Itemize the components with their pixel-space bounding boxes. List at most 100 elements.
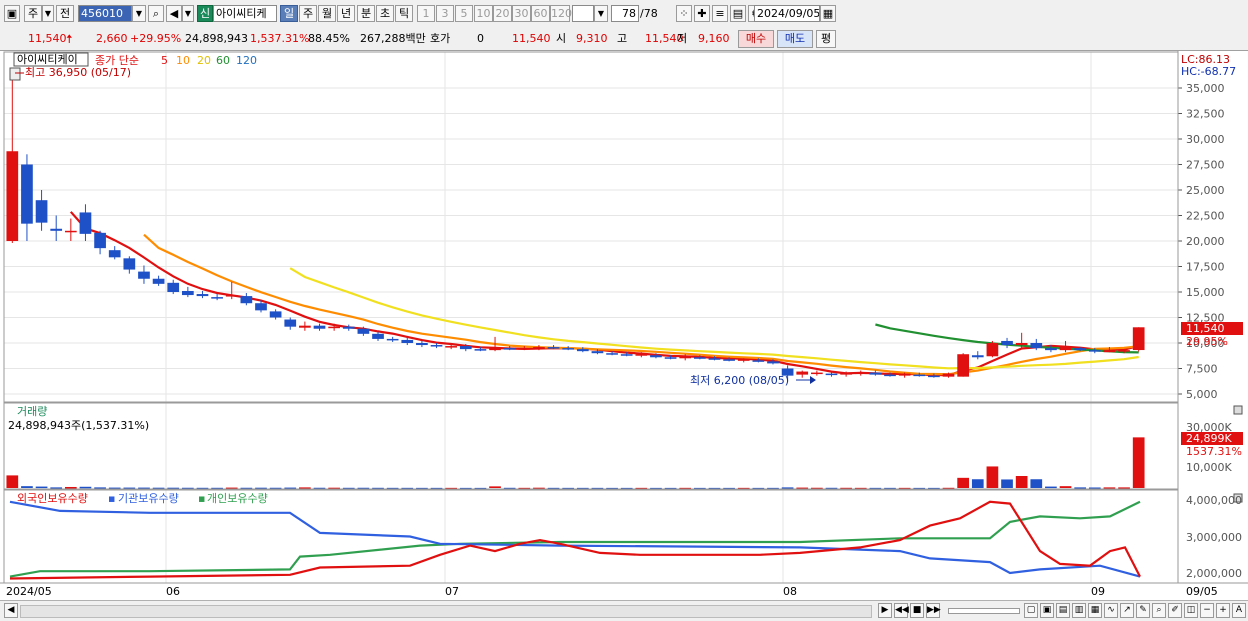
- line-chart-icon[interactable]: ∿: [1104, 603, 1118, 618]
- calendar-small-icon[interactable]: [9, 67, 21, 81]
- interval-20-button[interactable]: 20: [493, 5, 512, 22]
- price-tick-label: 22,500: [1186, 210, 1225, 223]
- date-label-09: 09: [1091, 585, 1105, 598]
- chevron-down-icon[interactable]: ▼: [42, 5, 54, 22]
- candle-body: [269, 311, 282, 318]
- scroll-left-icon[interactable]: ◀: [4, 603, 18, 618]
- date-label-2024-05: 2024/05: [6, 585, 52, 598]
- period-second-button[interactable]: 초: [376, 5, 394, 22]
- interval-60-button[interactable]: 60: [531, 5, 550, 22]
- fast-forward-icon[interactable]: ▶▶: [926, 603, 941, 618]
- candle-body: [430, 345, 443, 347]
- rewind-icon[interactable]: ◀◀: [894, 603, 909, 618]
- bar-chart-icon[interactable]: ▦: [1088, 603, 1102, 618]
- stop-icon[interactable]: ■: [910, 603, 924, 618]
- layout-4-icon[interactable]: ▥: [1072, 603, 1086, 618]
- zoom-out-icon[interactable]: −: [1200, 603, 1214, 618]
- stock-code-input[interactable]: 456010: [78, 5, 132, 22]
- candle-body: [21, 164, 33, 224]
- candle-body: [928, 375, 940, 378]
- interval-10-button[interactable]: 10: [474, 5, 493, 22]
- hoga-label: 호가: [430, 32, 451, 45]
- interval-120-button[interactable]: 120: [550, 5, 572, 22]
- period-week-button[interactable]: 주: [299, 5, 317, 22]
- play-right-icon[interactable]: ▶: [878, 603, 892, 618]
- horizontal-scrollbar[interactable]: [20, 605, 872, 618]
- candle-body: [547, 347, 560, 349]
- count-input[interactable]: 78: [611, 5, 639, 22]
- period-select[interactable]: 주: [24, 5, 42, 22]
- period-minute-button[interactable]: 분: [357, 5, 375, 22]
- ma10-label: 10: [176, 54, 190, 67]
- speed-slider[interactable]: [948, 608, 1020, 614]
- interval-1-button[interactable]: 1: [417, 5, 435, 22]
- interval-30-button[interactable]: 30: [512, 5, 531, 22]
- interval-3-button[interactable]: 3: [436, 5, 454, 22]
- price-tick-label: 35,000: [1186, 82, 1225, 95]
- candle-body: [693, 357, 706, 359]
- sell-button[interactable]: 매도: [777, 30, 813, 48]
- buy-button[interactable]: 매수: [738, 30, 774, 48]
- candle-body: [182, 290, 194, 296]
- lines-icon[interactable]: ≡: [712, 5, 728, 22]
- draw-icon[interactable]: ✎: [1136, 603, 1150, 618]
- change-percent: +29.95%: [130, 32, 182, 45]
- volume-bar: [1059, 486, 1072, 488]
- pencil-icon[interactable]: ✐: [1168, 603, 1182, 618]
- date-label-08: 08: [783, 585, 797, 598]
- layout-3-icon[interactable]: ▤: [1056, 603, 1070, 618]
- candle-body: [138, 271, 150, 279]
- period-year-button[interactable]: 년: [337, 5, 355, 22]
- volume-pane-close-icon[interactable]: [1233, 405, 1243, 415]
- holder-tick-2m: 2,000,000: [1186, 567, 1242, 580]
- candle-body: [401, 339, 414, 343]
- window-icon[interactable]: ▣: [4, 5, 20, 22]
- right-date-label: 09/05: [1186, 585, 1218, 598]
- candle-body: [459, 346, 472, 350]
- zoom-in-icon[interactable]: +: [1216, 603, 1230, 618]
- trend-icon[interactable]: ↗: [1120, 603, 1134, 618]
- volume-bar: [986, 466, 999, 488]
- candle-body: [796, 371, 809, 375]
- candle-body: [6, 151, 19, 241]
- low-price: 9,160: [698, 32, 730, 45]
- candle-body: [664, 357, 677, 359]
- calendar-icon[interactable]: ▦: [820, 5, 836, 22]
- volume-bar: [1132, 437, 1145, 488]
- period-day-button[interactable]: 일: [280, 5, 298, 22]
- layout-1-icon[interactable]: ▢: [1024, 603, 1038, 618]
- speaker-dropdown-icon[interactable]: ▼: [182, 5, 194, 22]
- period-tick-button[interactable]: 틱: [395, 5, 413, 22]
- candle-body: [752, 360, 765, 362]
- candle-body: [708, 358, 721, 360]
- interval-dropdown-icon[interactable]: ▼: [594, 5, 608, 22]
- text-size-icon[interactable]: A: [1232, 603, 1246, 618]
- scale-icon[interactable]: ◫: [1184, 603, 1198, 618]
- layout-2-icon[interactable]: ▣: [1040, 603, 1054, 618]
- individual-holding-legend-marker: ▪: [198, 492, 205, 505]
- candle-body: [64, 230, 77, 233]
- candle-body: [1030, 343, 1043, 349]
- dots-icon[interactable]: ⁘: [676, 5, 692, 22]
- candle-body: [79, 212, 92, 234]
- prev-button[interactable]: 전: [56, 5, 74, 22]
- zoom-icon[interactable]: ⌕: [1152, 603, 1166, 618]
- candle-body: [152, 278, 165, 284]
- count-total: /78: [640, 7, 658, 20]
- crosshair-icon[interactable]: ✚: [694, 5, 710, 22]
- code-dropdown-icon[interactable]: ▼: [132, 5, 146, 22]
- period-month-button[interactable]: 월: [318, 5, 336, 22]
- candle-body: [299, 325, 311, 328]
- candle-body: [284, 319, 297, 327]
- date-input[interactable]: 2024/09/05: [754, 5, 820, 22]
- speaker-icon[interactable]: ◀: [166, 5, 182, 22]
- custom-interval-input[interactable]: [572, 5, 594, 22]
- save-icon[interactable]: ▤: [730, 5, 746, 22]
- eval-button[interactable]: 평: [816, 30, 836, 48]
- institution-holding-legend: 기관보유수량: [118, 492, 179, 505]
- search-icon[interactable]: ⌕: [148, 5, 164, 22]
- candle-body: [957, 354, 969, 377]
- price-tick-label: 17,500: [1186, 261, 1225, 274]
- interval-5-button[interactable]: 5: [455, 5, 473, 22]
- candle-body: [913, 374, 926, 377]
